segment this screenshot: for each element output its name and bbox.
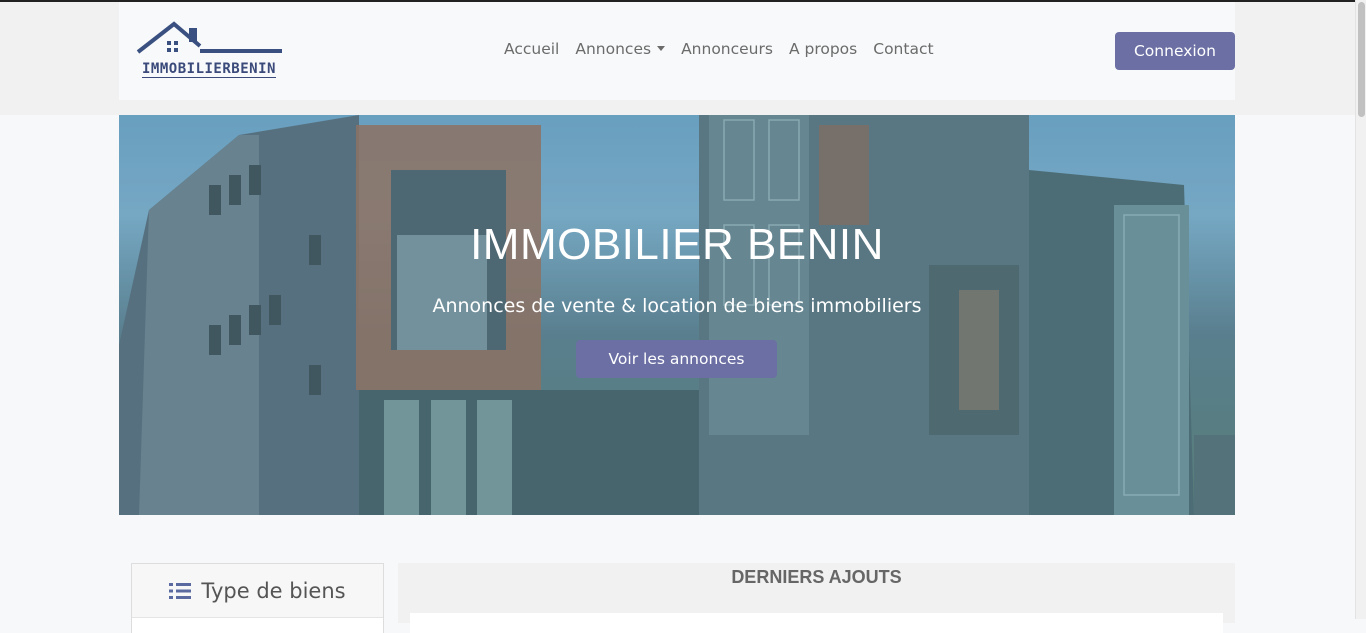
hero-banner: IMMOBILIER BENIN Annonces de vente & loc… — [119, 115, 1235, 515]
property-type-card: Type de biens — [131, 563, 384, 633]
house-roof-icon — [136, 21, 282, 54]
recent-listings-panel: DERNIERS AJOUTS — [398, 563, 1235, 633]
recent-listings-heading: DERNIERS AJOUTS — [731, 567, 902, 587]
scrollbar-thumb[interactable] — [1358, 2, 1365, 117]
property-type-heading: Type de biens — [201, 578, 346, 603]
login-button[interactable]: Connexion — [1115, 32, 1235, 70]
list-icon — [169, 582, 192, 599]
nav-item-annonceurs[interactable]: Annonceurs — [681, 40, 773, 58]
nav-item-contact[interactable]: Contact — [873, 40, 933, 58]
brand-logo-text: IMMOBILIERBENIN — [142, 61, 276, 78]
navbar: IMMOBILIERBENIN Accueil Annonces Annonce… — [119, 2, 1235, 100]
caret-down-icon — [657, 46, 666, 51]
hero-title: IMMOBILIER BENIN — [470, 220, 884, 269]
nav-item-annonces[interactable]: Annonces — [575, 40, 666, 58]
nav-item-annonces-label: Annonces — [575, 40, 652, 58]
nav-item-accueil[interactable]: Accueil — [504, 40, 559, 58]
brand-logo[interactable]: IMMOBILIERBENIN — [136, 20, 311, 82]
hero-subtitle: Annonces de vente & location de biens im… — [432, 295, 922, 317]
view-listings-button[interactable]: Voir les annonces — [576, 340, 777, 378]
nav-item-a-propos[interactable]: A propos — [789, 40, 857, 58]
recent-listings-content — [410, 613, 1223, 633]
main-nav: Accueil Annonces Annonceurs A propos Con… — [504, 40, 934, 58]
page-scrollbar[interactable] — [1355, 0, 1366, 619]
property-type-header: Type de biens — [132, 564, 383, 618]
